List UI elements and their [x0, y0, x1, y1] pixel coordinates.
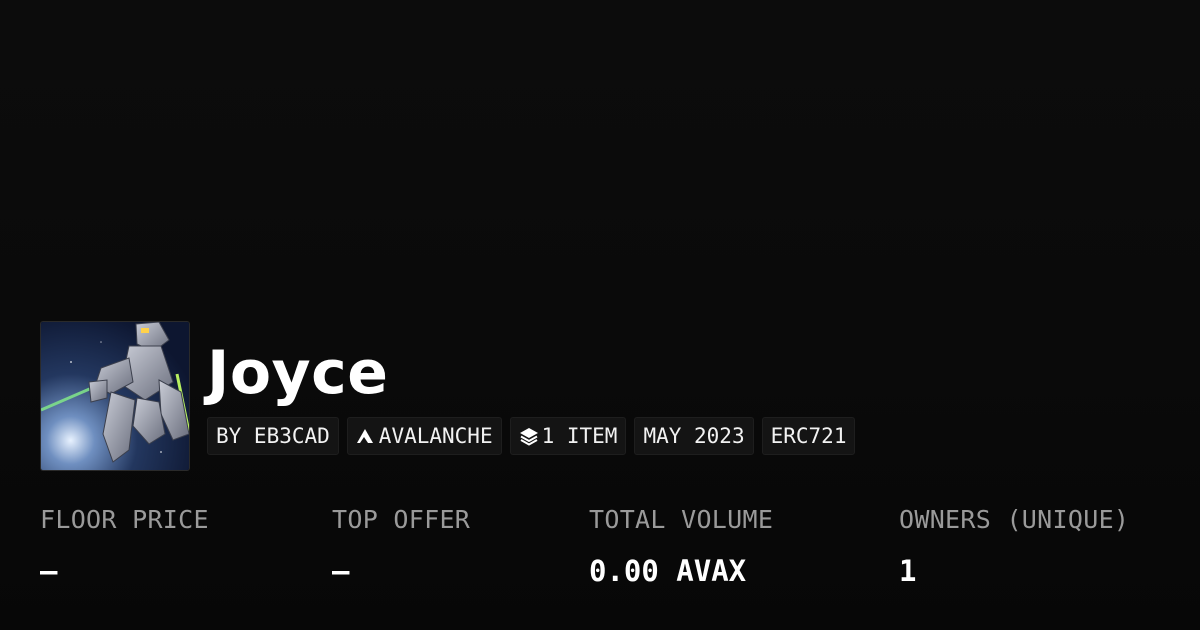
token-standard-badge: ERC721: [761, 417, 856, 455]
top-offer-value: –: [332, 554, 350, 588]
owners-value: 1: [899, 554, 917, 588]
owners-stat: OWNERS (UNIQUE) 1: [899, 505, 1129, 588]
top-offer-stat: TOP OFFER –: [332, 505, 470, 588]
item-count-label: 1 ITEM: [541, 424, 618, 448]
layers-icon: [519, 426, 539, 446]
collection-info: Joyce BY EB3CAD AVALANCHE 1 ITEM MAY 202…: [207, 321, 856, 455]
top-offer-label: TOP OFFER: [332, 505, 471, 534]
token-standard-label: ERC721: [770, 424, 847, 448]
created-date-label: MAY 2023: [643, 424, 745, 448]
chain-label: AVALANCHE: [378, 424, 493, 448]
item-count-badge[interactable]: 1 ITEM: [509, 417, 627, 455]
floor-price-label: FLOOR PRICE: [40, 505, 209, 534]
collection-avatar: [40, 321, 190, 471]
chain-badge[interactable]: AVALANCHE: [346, 417, 502, 455]
robot-artwork-image: [41, 322, 189, 470]
creator-label: BY EB3CAD: [216, 424, 330, 448]
owners-label: OWNERS (UNIQUE): [899, 505, 1130, 534]
total-volume-label: TOTAL VOLUME: [589, 505, 774, 534]
creator-badge[interactable]: BY EB3CAD: [207, 417, 339, 455]
floor-price-value: –: [40, 554, 58, 588]
collection-header: Joyce BY EB3CAD AVALANCHE 1 ITEM MAY 202…: [40, 321, 856, 471]
badge-row: BY EB3CAD AVALANCHE 1 ITEM MAY 2023 ERC7…: [207, 417, 856, 455]
avalanche-icon: [356, 426, 376, 446]
floor-price-stat: FLOOR PRICE –: [40, 505, 209, 588]
stats-row: FLOOR PRICE – TOP OFFER – TOTAL VOLUME 0…: [40, 505, 1180, 605]
collection-title: Joyce: [207, 338, 389, 408]
total-volume-stat: TOTAL VOLUME 0.00 AVAX: [589, 505, 773, 588]
collection-card: Joyce BY EB3CAD AVALANCHE 1 ITEM MAY 202…: [0, 0, 1200, 630]
total-volume-value: 0.00 AVAX: [589, 554, 747, 588]
created-date-badge: MAY 2023: [634, 417, 754, 455]
